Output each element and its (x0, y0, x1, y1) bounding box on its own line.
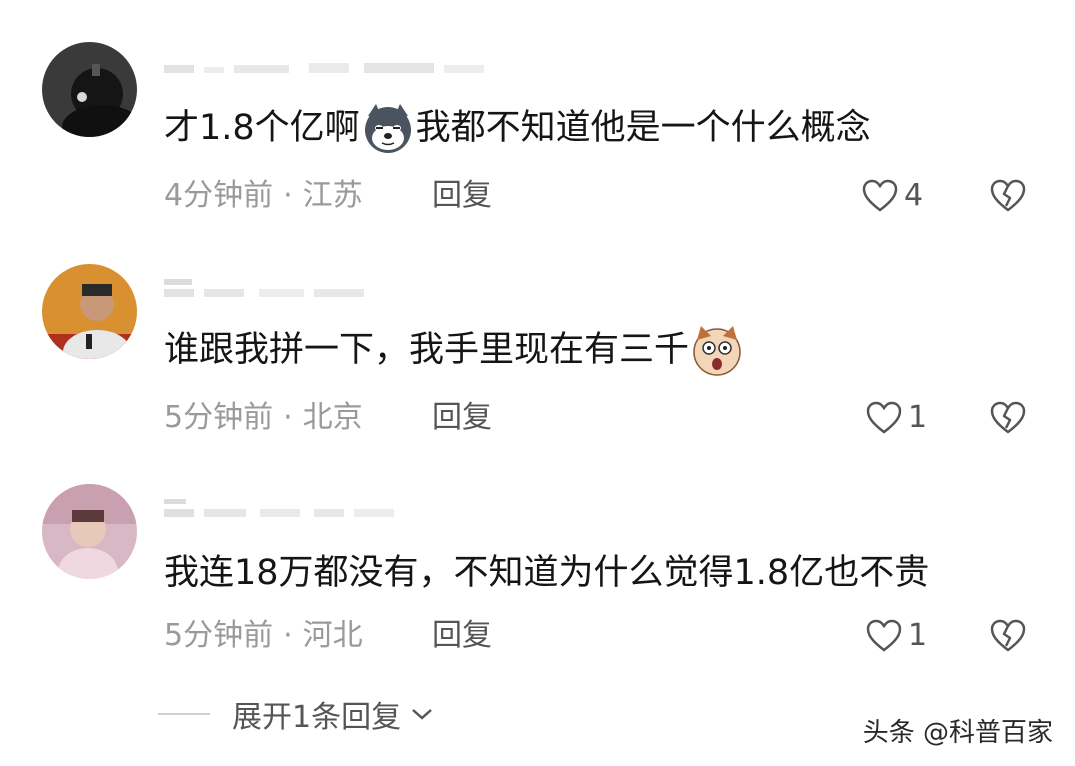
avatar[interactable] (42, 264, 137, 359)
username-blurred[interactable] (164, 55, 504, 77)
comment-text: 才1.8个亿啊 我都不知道他是一个什么概念 (164, 102, 871, 154)
timestamp: 5分钟前 (164, 400, 274, 435)
like-button[interactable]: 4 (862, 176, 923, 216)
comment-text-part: 我连18万都没有，不知道为什么觉得1.8亿也不贵 (164, 553, 930, 593)
avatar[interactable] (42, 42, 137, 137)
meta-separator: · (283, 618, 293, 653)
dislike-button[interactable] (990, 401, 1026, 435)
location: 河北 (302, 618, 363, 653)
like-count: 4 (904, 178, 924, 213)
comment-text-part: 我都不知道他是一个什么概念 (415, 108, 871, 148)
avatar[interactable] (42, 484, 137, 579)
dislike-button[interactable] (990, 619, 1026, 653)
husky-emoji-icon (362, 102, 414, 154)
comment-meta: 5分钟前 · 河北 (164, 616, 363, 656)
reply-button[interactable]: 回复 (432, 616, 492, 656)
broken-heart-icon (990, 619, 1026, 652)
comment-text-part: 才1.8个亿啊 (164, 108, 360, 148)
broken-heart-icon (990, 401, 1026, 434)
location: 北京 (302, 400, 363, 435)
watermark: 头条 @科普百家 (862, 718, 1053, 748)
meta-separator: · (283, 178, 293, 213)
expand-replies-label: 展开1条回复 (232, 700, 402, 735)
comment-item: 才1.8个亿啊 我都不知道他是一个什么概念 4分钟前 · 江苏 回复 4 (0, 0, 1075, 220)
comment-text: 谁跟我拼一下，我手里现在有三千 (164, 324, 745, 376)
comment-meta: 5分钟前 · 北京 (164, 398, 363, 438)
comment-item: 我连18万都没有，不知道为什么觉得1.8亿也不贵 5分钟前 · 河北 回复 1 (0, 442, 1075, 662)
username-blurred[interactable] (164, 277, 504, 299)
timestamp: 5分钟前 (164, 618, 274, 653)
shocked-dog-emoji-icon (691, 324, 743, 376)
like-button[interactable]: 1 (866, 616, 927, 656)
broken-heart-icon (990, 179, 1026, 212)
comment-meta: 4分钟前 · 江苏 (164, 176, 363, 216)
heart-icon (866, 401, 902, 434)
reply-button[interactable]: 回复 (432, 398, 492, 438)
like-button[interactable]: 1 (866, 398, 927, 438)
timestamp: 4分钟前 (164, 178, 274, 213)
like-count: 1 (908, 400, 928, 435)
expand-replies-button[interactable]: 展开1条回复 (158, 692, 435, 736)
username-blurred[interactable] (164, 497, 504, 519)
comment-text-part: 谁跟我拼一下，我手里现在有三千 (164, 330, 690, 370)
comment-text: 我连18万都没有，不知道为什么觉得1.8亿也不贵 (164, 548, 929, 598)
meta-separator: · (283, 400, 293, 435)
location: 江苏 (302, 178, 363, 213)
heart-icon (862, 179, 898, 212)
like-count: 1 (908, 618, 928, 653)
chevron-down-icon (412, 709, 432, 720)
divider (158, 713, 210, 715)
heart-icon (866, 619, 902, 652)
comment-item: 谁跟我拼一下，我手里现在有三千 5分钟前 · 北京 回复 1 (0, 222, 1075, 442)
reply-button[interactable]: 回复 (432, 176, 492, 216)
dislike-button[interactable] (990, 179, 1026, 213)
